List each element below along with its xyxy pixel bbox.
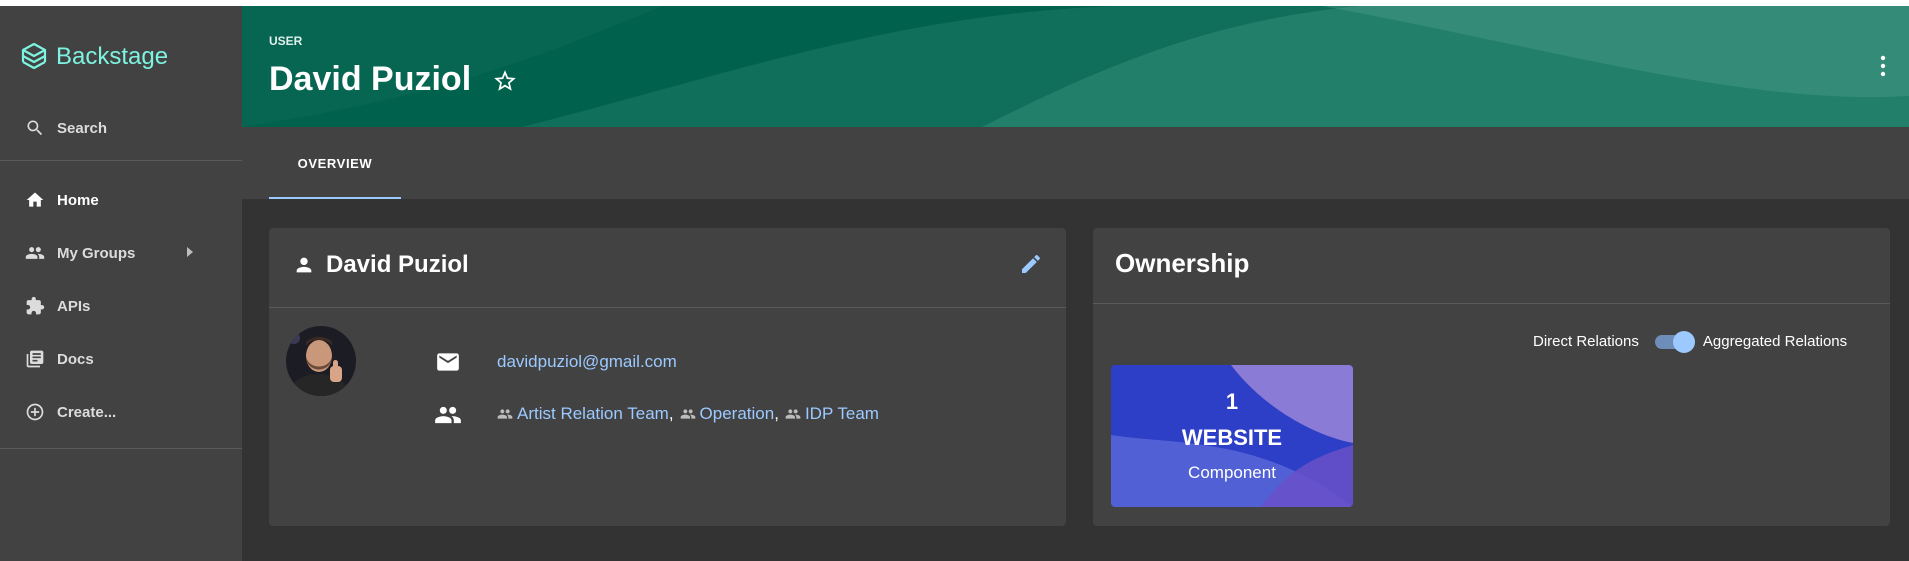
tile-type: Component (1188, 463, 1276, 482)
library-icon (26, 350, 44, 368)
header-wave-decoration (242, 6, 1909, 127)
caret-right-icon (187, 247, 193, 257)
sidebar-item-label: Docs (57, 350, 94, 368)
email-link[interactable]: davidpuziol@gmail.com (497, 352, 677, 372)
page-header: USER David Puziol (242, 6, 1909, 127)
tab-overview[interactable]: OVERVIEW (269, 127, 401, 199)
relations-switch[interactable] (1653, 329, 1695, 353)
card-header-divider (1093, 303, 1890, 304)
email-icon (437, 353, 459, 371)
sidebar-item-label: Home (57, 191, 99, 209)
tile-count: 1 (1225, 389, 1239, 414)
separator: , (668, 404, 674, 423)
sidebar-item-label: APIs (57, 297, 91, 315)
group-small-icon (680, 409, 695, 419)
page-title: David Puziol (269, 60, 472, 98)
sidebar: Backstage Search Home My Groups APIs Doc… (0, 6, 242, 561)
group-small-icon (497, 409, 513, 419)
puzzle-icon (26, 296, 45, 315)
sidebar-divider (0, 160, 242, 161)
ownership-tile[interactable]: 1 WEBSITE Component (1111, 365, 1353, 507)
sidebar-search[interactable]: Search (0, 102, 242, 154)
group-link-label: IDP Team (804, 404, 879, 423)
relations-toggle-row: Direct Relations Aggregated Relations (1533, 329, 1847, 353)
sidebar-item-create[interactable]: Create... (0, 386, 242, 438)
profile-card: David Puziol davidpuziol@gmail.com Artis… (269, 228, 1066, 526)
group-link[interactable]: Artist Relation Team (497, 404, 669, 424)
ownership-card: Ownership Direct Relations Aggregated Re… (1093, 228, 1890, 526)
edit-icon[interactable] (1019, 252, 1043, 276)
tab-active-indicator (269, 197, 401, 199)
sidebar-item-my-groups[interactable]: My Groups (0, 227, 242, 279)
avatar (286, 326, 356, 396)
person-icon (296, 257, 312, 273)
star-icon[interactable] (492, 68, 518, 94)
direct-relations-label: Direct Relations (1533, 332, 1639, 350)
sidebar-item-home[interactable]: Home (0, 174, 242, 226)
search-icon (27, 120, 43, 136)
home-icon (26, 192, 44, 207)
ownership-title: Ownership (1115, 248, 1250, 278)
header-subtitle: USER (269, 34, 303, 48)
group-link[interactable]: IDP Team (785, 404, 879, 424)
switch-thumb (1672, 331, 1695, 353)
aggregated-relations-label: Aggregated Relations (1702, 332, 1848, 350)
group-small-icon (785, 409, 801, 419)
group-link-label: Operation (699, 404, 775, 423)
group-icon (25, 247, 45, 259)
group-links: Artist Relation Team , Operation , IDP T… (497, 404, 879, 424)
sidebar-item-docs[interactable]: Docs (0, 333, 242, 385)
sidebar-item-apis[interactable]: APIs (0, 280, 242, 332)
more-vert-icon[interactable] (1879, 54, 1887, 78)
sidebar-item-label: Create... (57, 403, 117, 421)
logo[interactable]: Backstage (20, 40, 168, 74)
tile-kind: WEBSITE (1181, 425, 1283, 450)
tab-bar: OVERVIEW (242, 127, 1909, 199)
profile-name: David Puziol (326, 251, 469, 278)
logo-text: Backstage (56, 43, 169, 70)
group-icon (435, 406, 461, 424)
backstage-logo-icon (21, 42, 47, 70)
group-link-label: Artist Relation Team (517, 404, 669, 423)
card-header-divider (269, 307, 1066, 308)
separator: , (774, 404, 779, 423)
sidebar-divider (0, 448, 242, 449)
search-label: Search (57, 119, 108, 137)
add-circle-icon (26, 403, 44, 421)
group-link[interactable]: Operation (680, 404, 775, 424)
sidebar-item-label: My Groups (57, 244, 136, 262)
avatar-photo-icon (286, 326, 356, 396)
